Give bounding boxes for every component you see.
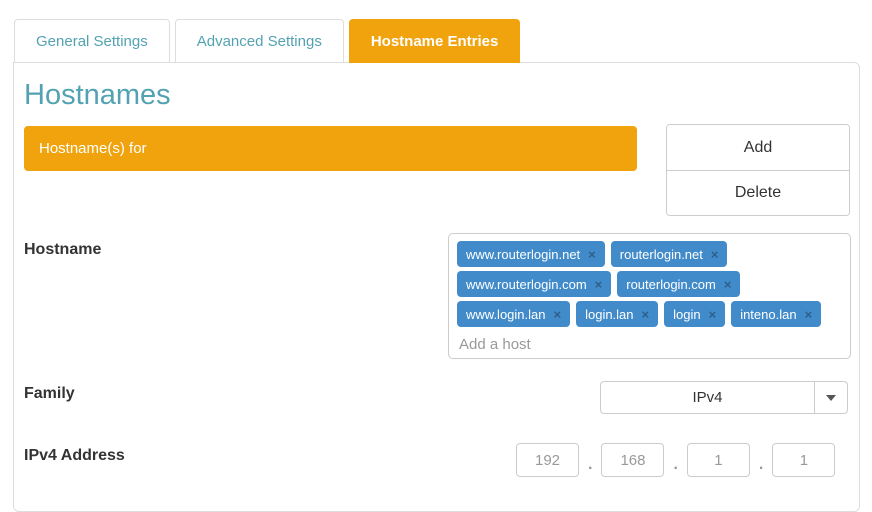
hostname-tag: login ×: [664, 301, 725, 327]
tab-hostname-entries[interactable]: Hostname Entries: [349, 19, 521, 63]
family-select[interactable]: IPv4: [600, 381, 848, 414]
hostname-field-label: Hostname: [24, 241, 101, 259]
family-select-caret-button[interactable]: [814, 382, 847, 413]
remove-tag-icon[interactable]: ×: [554, 308, 562, 321]
hostname-tag: login.lan ×: [576, 301, 658, 327]
octet-separator: .: [759, 457, 763, 473]
hostname-tags-field[interactable]: www.routerlogin.net × routerlogin.net × …: [448, 233, 851, 359]
hostname-tag-label: www.login.lan: [466, 307, 546, 322]
tab-general-settings[interactable]: General Settings: [14, 19, 170, 62]
add-button[interactable]: Add: [667, 125, 849, 170]
hostname-for-banner: Hostname(s) for: [24, 126, 637, 171]
ipv4-field-label: IPv4 Address: [24, 447, 125, 465]
remove-tag-icon[interactable]: ×: [595, 278, 603, 291]
add-delete-button-group: Add Delete: [666, 124, 850, 216]
remove-tag-icon[interactable]: ×: [711, 248, 719, 261]
hostname-tag: routerlogin.com ×: [617, 271, 740, 297]
ipv4-address-inputs: . . .: [516, 443, 835, 477]
page-title: Hostnames: [24, 79, 171, 112]
hostname-tag-label: routerlogin.net: [620, 247, 703, 262]
hostname-tag: routerlogin.net ×: [611, 241, 728, 267]
hostname-tag-label: login: [673, 307, 700, 322]
ipv4-octet-3[interactable]: [687, 443, 750, 477]
octet-separator: .: [588, 457, 592, 473]
hostname-tag-label: www.routerlogin.com: [466, 277, 587, 292]
hostname-tag-label: login.lan: [585, 307, 633, 322]
hostname-tag: www.routerlogin.net ×: [457, 241, 605, 267]
remove-tag-icon[interactable]: ×: [588, 248, 596, 261]
remove-tag-icon[interactable]: ×: [709, 308, 717, 321]
hostname-tag-label: routerlogin.com: [626, 277, 716, 292]
hostname-for-banner-label: Hostname(s) for: [39, 140, 147, 157]
remove-tag-icon[interactable]: ×: [724, 278, 732, 291]
ipv4-octet-1[interactable]: [516, 443, 579, 477]
remove-tag-icon[interactable]: ×: [642, 308, 650, 321]
hostname-tag: www.routerlogin.com ×: [457, 271, 611, 297]
family-select-value: IPv4: [601, 382, 814, 413]
octet-separator: .: [673, 457, 677, 473]
ipv4-octet-4[interactable]: [772, 443, 835, 477]
hostname-tag-label: www.routerlogin.net: [466, 247, 580, 262]
add-host-input[interactable]: [457, 331, 842, 357]
remove-tag-icon[interactable]: ×: [805, 308, 813, 321]
family-field-label: Family: [24, 385, 75, 403]
ipv4-octet-2[interactable]: [601, 443, 664, 477]
hostname-tag: www.login.lan ×: [457, 301, 570, 327]
tab-advanced-settings[interactable]: Advanced Settings: [175, 19, 344, 62]
chevron-down-icon: [826, 395, 836, 401]
tab-content-panel: Hostnames Hostname(s) for Add Delete Hos…: [13, 62, 860, 512]
delete-button[interactable]: Delete: [667, 170, 849, 215]
hostname-tag: inteno.lan ×: [731, 301, 821, 327]
hostname-tag-label: inteno.lan: [740, 307, 796, 322]
tab-bar: General Settings Advanced Settings Hostn…: [14, 19, 525, 62]
